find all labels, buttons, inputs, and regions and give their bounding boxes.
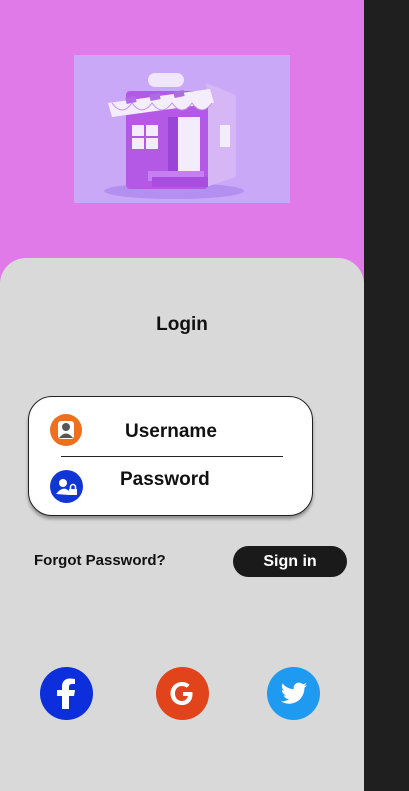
password-field[interactable] — [120, 469, 280, 491]
field-divider — [61, 456, 283, 457]
username-field[interactable] — [125, 421, 285, 443]
storefront-illustration — [74, 55, 290, 203]
twitter-icon[interactable] — [267, 667, 320, 720]
facebook-icon[interactable] — [40, 667, 93, 720]
login-form — [28, 396, 313, 516]
login-screen: Login Forgot Password? Sign in — [0, 0, 364, 791]
google-icon[interactable] — [156, 667, 209, 720]
user-lock-icon — [50, 470, 83, 503]
login-title: Login — [156, 314, 208, 335]
side-panel — [364, 0, 409, 791]
forgot-password-link[interactable]: Forgot Password? — [34, 552, 166, 569]
sign-in-button[interactable]: Sign in — [233, 546, 347, 577]
user-icon — [50, 414, 82, 446]
